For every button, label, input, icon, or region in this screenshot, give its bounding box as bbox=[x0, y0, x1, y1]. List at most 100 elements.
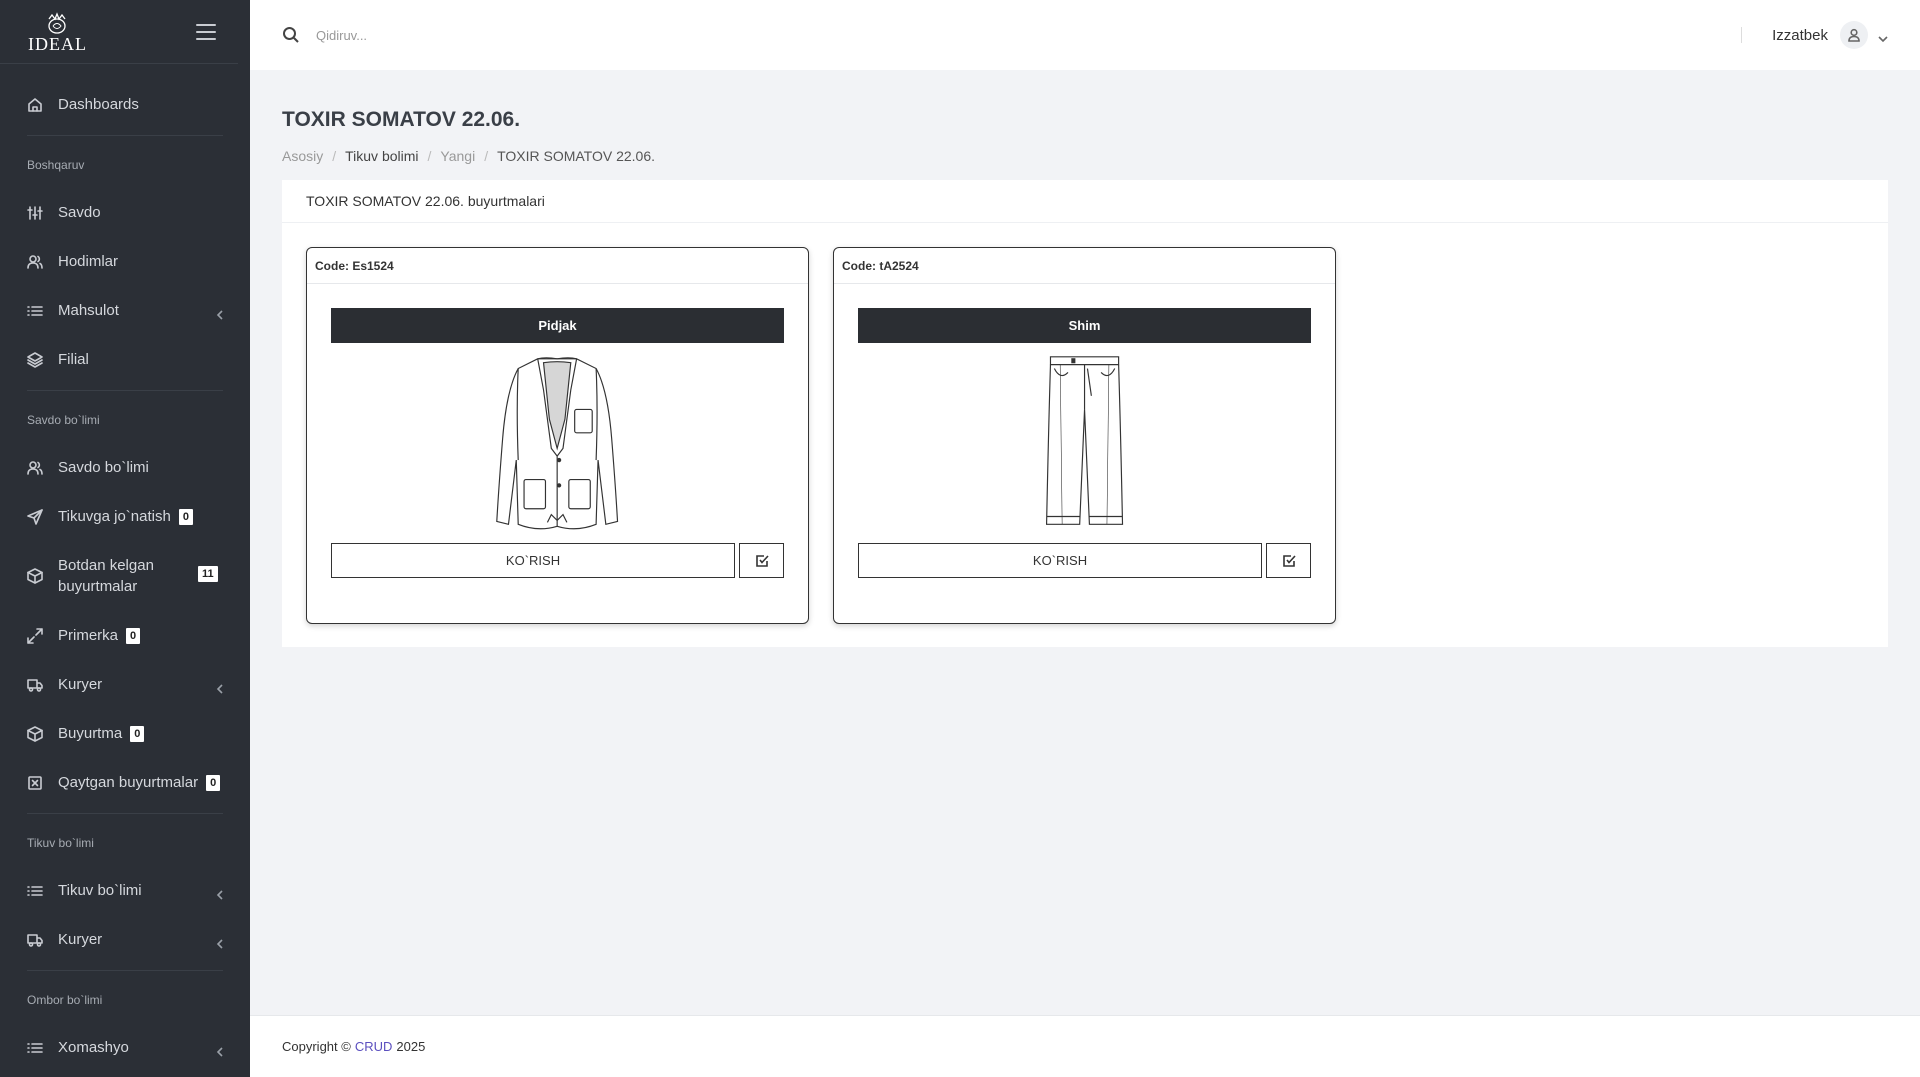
item-name: Shim bbox=[858, 308, 1311, 343]
breadcrumb-home[interactable]: Asosiy bbox=[282, 148, 323, 164]
sidebar-item-label: Buyurtma bbox=[58, 725, 123, 742]
page-title: TOXIR SOMATOV 22.06. bbox=[282, 108, 521, 131]
order-item-card: Code: tA2524 Shim KO`RISH bbox=[833, 247, 1336, 624]
card-title: TOXIR SOMATOV 22.06. buyurtmalari bbox=[282, 180, 1888, 223]
sidebar-item-label: Filial bbox=[58, 351, 89, 368]
breadcrumb-tikuv-bolimi[interactable]: Tikuv bolimi bbox=[345, 148, 418, 164]
sidebar-item-primerka[interactable]: Primerka 0 bbox=[0, 611, 250, 660]
sidebar-item-label: Dashboards bbox=[58, 96, 139, 113]
search-input[interactable] bbox=[316, 27, 716, 43]
logo[interactable]: IDEAL bbox=[28, 11, 87, 53]
chevron-left-icon bbox=[216, 936, 224, 949]
breadcrumb-current: TOXIR SOMATOV 22.06. bbox=[497, 148, 656, 164]
chevron-left-icon bbox=[216, 681, 224, 694]
menu-toggle-icon[interactable] bbox=[196, 23, 216, 40]
user-icon bbox=[1848, 28, 1860, 42]
list-icon bbox=[27, 1040, 43, 1056]
sidebar-item-label: Tikuvga jo`natish bbox=[58, 508, 171, 525]
avatar[interactable] bbox=[1840, 21, 1868, 49]
breadcrumb: Asosiy / Tikuv bolimi / Yangi / TOXIR SO… bbox=[282, 148, 656, 164]
sidebar-item-savdo[interactable]: Savdo bbox=[0, 188, 250, 237]
copyright-text: Copyright © bbox=[282, 1039, 351, 1054]
orders-card: TOXIR SOMATOV 22.06. buyurtmalari Code: … bbox=[282, 180, 1888, 647]
sidebar-item-buyurtma[interactable]: Buyurtma 0 bbox=[0, 709, 250, 758]
sliders-icon bbox=[27, 205, 43, 221]
sidebar-item-qaytgan-buyurtmalar[interactable]: Qaytgan buyurtmalar 0 bbox=[0, 758, 250, 807]
edit-check-button[interactable] bbox=[1266, 543, 1311, 578]
sidebar-item-label: Tikuv bo`limi bbox=[58, 882, 142, 899]
divider bbox=[27, 390, 223, 391]
sidebar-item-kuryer[interactable]: Kuryer bbox=[0, 660, 250, 709]
sidebar-item-botdan-kelgan[interactable]: Botdan kelgan buyurtmalar 11 bbox=[0, 541, 250, 611]
orders-grid: Code: Es1524 Pidjak KO`RISH Code: tA2524… bbox=[282, 223, 1888, 648]
sidebar-item-label: Xomashyo bbox=[58, 1039, 129, 1056]
section-title: Savdo bo`limi bbox=[27, 413, 100, 427]
sidebar-item-kuryer-tikuv[interactable]: Kuryer bbox=[0, 915, 250, 964]
home-icon bbox=[27, 97, 43, 113]
users-icon bbox=[27, 254, 43, 270]
order-item-card: Code: Es1524 Pidjak KO`RISH bbox=[306, 247, 809, 624]
count-badge: 0 bbox=[178, 508, 193, 525]
sidebar-item-tikuvga-jonatish[interactable]: Tikuvga jo`natish 0 bbox=[0, 492, 250, 541]
layers-icon bbox=[27, 351, 43, 368]
sidebar-header: IDEAL bbox=[0, 0, 238, 64]
sidebar-item-label: Primerka bbox=[58, 627, 119, 644]
maximize-icon bbox=[27, 627, 43, 644]
topbar: Izzatbek bbox=[250, 0, 1920, 70]
list-icon bbox=[27, 303, 43, 319]
search-icon[interactable] bbox=[282, 26, 300, 44]
chevron-down-icon[interactable] bbox=[1878, 30, 1888, 43]
sidebar-item-filial[interactable]: Filial bbox=[0, 335, 250, 384]
truck-icon bbox=[27, 677, 43, 693]
box-icon bbox=[27, 568, 43, 584]
sidebar-item-label: Savdo bo`limi bbox=[58, 459, 149, 476]
count-badge: 0 bbox=[126, 627, 141, 644]
section-title: Tikuv bo`limi bbox=[27, 836, 94, 850]
sidebar-item-dashboards[interactable]: Dashboards bbox=[0, 80, 250, 129]
sidebar-item-label: Kuryer bbox=[58, 931, 103, 948]
jacket-illustration bbox=[331, 343, 784, 543]
brand-link[interactable]: CRUD bbox=[355, 1039, 393, 1054]
box-icon bbox=[27, 725, 43, 742]
copyright-year: 2025 bbox=[396, 1039, 426, 1054]
item-name: Pidjak bbox=[331, 308, 784, 343]
username[interactable]: Izzatbek bbox=[1772, 27, 1828, 44]
chevron-left-icon bbox=[216, 1044, 224, 1057]
sidebar-item-mahsulot[interactable]: Mahsulot bbox=[0, 286, 250, 335]
truck-icon bbox=[27, 932, 43, 948]
sidebar-item-label: Qaytgan buyurtmalar bbox=[58, 774, 199, 791]
logo-text: IDEAL bbox=[28, 33, 87, 54]
sidebar-item-xomashyo[interactable]: Xomashyo bbox=[0, 1023, 250, 1072]
sidebar-item-tikuv-bolimi[interactable]: Tikuv bo`limi bbox=[0, 866, 250, 915]
item-code: Code: Es1524 bbox=[307, 248, 808, 284]
sidebar-item-hodimlar[interactable]: Hodimlar bbox=[0, 237, 250, 286]
section-title: Boshqaruv bbox=[27, 158, 85, 172]
sidebar-item-label: Savdo bbox=[58, 204, 101, 221]
view-button[interactable]: KO`RISH bbox=[858, 543, 1262, 578]
divider bbox=[1741, 27, 1743, 43]
sidebar: IDEAL Dashboards Boshqaruv Savdo Hodimla… bbox=[0, 0, 250, 1077]
sidebar-item-label: Botdan kelgan buyurtmalar bbox=[58, 557, 154, 595]
edit-check-button[interactable] bbox=[739, 543, 784, 578]
chevron-left-icon bbox=[216, 887, 224, 900]
divider bbox=[27, 970, 223, 971]
sidebar-item-label: Mahsulot bbox=[58, 302, 119, 319]
check-square-icon bbox=[1282, 554, 1296, 567]
sidebar-item-label: Hodimlar bbox=[58, 253, 119, 270]
count-badge: 11 bbox=[198, 566, 218, 582]
count-badge: 0 bbox=[130, 725, 145, 742]
divider bbox=[27, 135, 223, 136]
item-code: Code: tA2524 bbox=[834, 248, 1335, 284]
user-menu[interactable]: Izzatbek bbox=[1741, 21, 1888, 49]
sidebar-item-savdo-bolimi[interactable]: Savdo bo`limi bbox=[0, 443, 250, 492]
footer: Copyright © CRUD 2025 bbox=[250, 1015, 1920, 1077]
crown-crest-icon bbox=[48, 11, 67, 34]
view-button[interactable]: KO`RISH bbox=[331, 543, 735, 578]
count-badge: 0 bbox=[206, 774, 221, 791]
send-icon bbox=[27, 508, 43, 525]
section-title: Ombor bo`limi bbox=[27, 993, 103, 1007]
trousers-illustration bbox=[858, 343, 1311, 543]
breadcrumb-yangi[interactable]: Yangi bbox=[440, 148, 475, 164]
x-square-icon bbox=[27, 775, 43, 791]
divider bbox=[27, 813, 223, 814]
